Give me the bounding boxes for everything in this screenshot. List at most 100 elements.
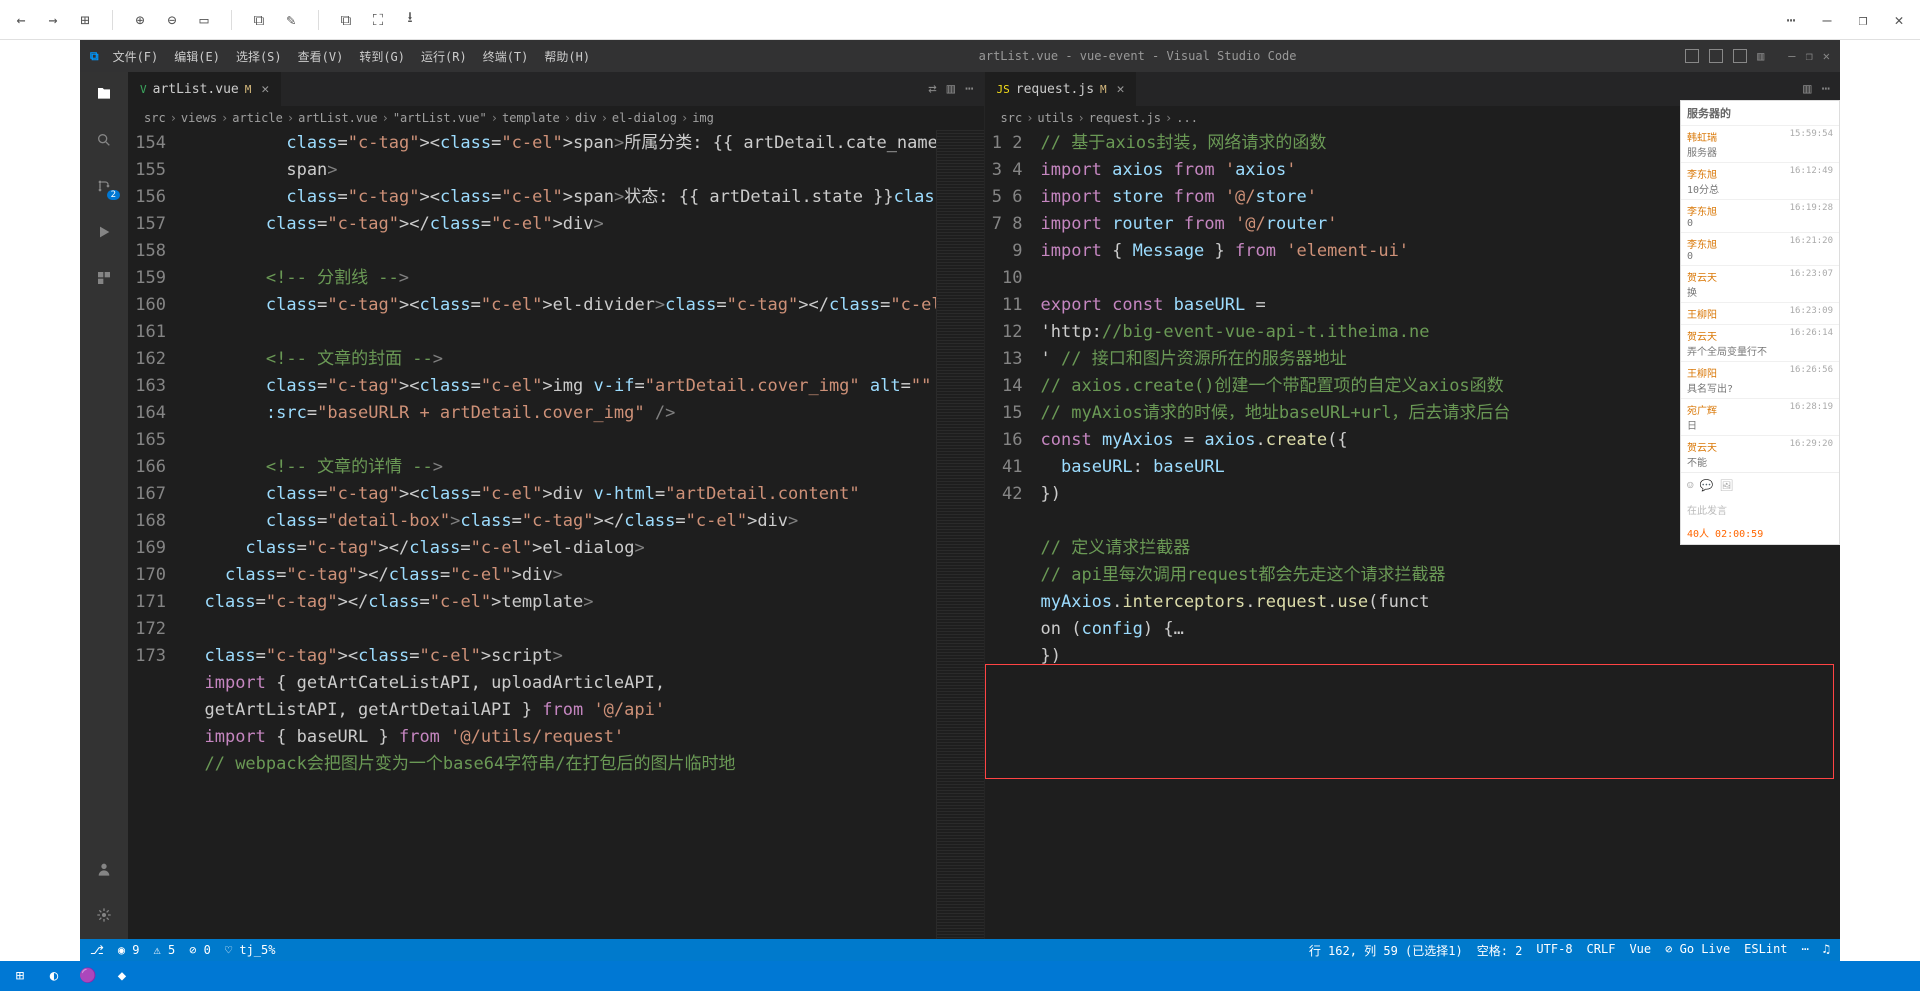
explorer-icon[interactable] xyxy=(92,82,116,106)
breadcrumb[interactable]: src › views › article › artList.vue › "a… xyxy=(128,106,984,130)
zoom-out-icon[interactable]: ⊖ xyxy=(163,11,181,29)
layout-icon[interactable] xyxy=(1709,49,1723,63)
close-tab-icon[interactable]: ✕ xyxy=(261,82,269,97)
modified-indicator: M xyxy=(245,83,252,96)
run-icon[interactable] xyxy=(92,220,116,244)
vscode-logo-icon: ⧉ xyxy=(90,49,99,64)
crumb[interactable]: el-dialog xyxy=(612,111,677,125)
tab-artlist[interactable]: V artList.vue M ✕ xyxy=(128,72,282,106)
crumb[interactable]: img xyxy=(692,111,714,125)
chat-bubble-icon[interactable]: 💬 xyxy=(1700,479,1714,492)
start-icon[interactable]: ⊞ xyxy=(6,965,34,987)
more-icon[interactable]: ⋯ xyxy=(1782,11,1800,29)
account-icon[interactable] xyxy=(92,857,116,881)
close-tab-icon[interactable]: ✕ xyxy=(1117,82,1125,97)
status-item[interactable]: 行 162, 列 59 (已选择1) xyxy=(1309,942,1463,959)
fit-icon[interactable]: ▭ xyxy=(195,11,213,29)
status-item[interactable]: UTF-8 xyxy=(1536,942,1572,959)
max-icon[interactable]: ❐ xyxy=(1806,49,1813,63)
browser-toolbar: ← → ⊞ ⊕ ⊖ ▭ ⧉ ✎ ⧉ ⛶ ⭳ ⋯ — ❐ ✕ xyxy=(0,0,1920,40)
close-icon[interactable]: ✕ xyxy=(1823,49,1830,63)
chat-row: 韩虹瑞15:59:54服务器 xyxy=(1681,125,1839,162)
task-icon[interactable]: ◆ xyxy=(108,965,136,987)
status-item[interactable]: ⎇ xyxy=(90,943,104,957)
menu-item[interactable]: 选择(S) xyxy=(236,48,282,65)
status-item[interactable]: ◉ 9 xyxy=(118,943,140,957)
vue-file-icon: V xyxy=(140,83,147,96)
status-item[interactable]: CRLF xyxy=(1587,942,1616,959)
split-icon[interactable]: ▥ xyxy=(947,81,955,97)
crumb[interactable]: ... xyxy=(1176,111,1198,125)
crumb[interactable]: article xyxy=(232,111,283,125)
status-item[interactable]: ESLint xyxy=(1744,942,1787,959)
status-bar: ⎇ ◉ 9 ⚠ 5 ⊘ 0 ♡ tj_5% 行 162, 列 59 (已选择1) 空格: … xyxy=(80,939,1840,961)
crumb[interactable]: src xyxy=(144,111,166,125)
close-icon[interactable]: ✕ xyxy=(1890,11,1908,29)
chat-row: 宛广辉16:28:19日 xyxy=(1681,398,1839,435)
zoom-in-icon[interactable]: ⊕ xyxy=(131,11,149,29)
task-icon[interactable]: 🟣 xyxy=(74,965,102,987)
layout-icon[interactable] xyxy=(1685,49,1699,63)
status-item[interactable]: ⊘ Go Live xyxy=(1665,942,1730,959)
chat-input[interactable]: 在此发言 xyxy=(1681,498,1839,521)
expand-icon[interactable]: ⛶ xyxy=(369,11,387,29)
extensions-icon[interactable] xyxy=(92,266,116,290)
crumb[interactable]: div xyxy=(575,111,597,125)
status-item[interactable]: ⚠ 5 xyxy=(154,943,176,957)
menu-item[interactable]: 查看(V) xyxy=(298,48,344,65)
more-icon[interactable]: ⋯ xyxy=(1822,81,1830,97)
split-icon[interactable]: ▥ xyxy=(1803,81,1811,97)
modified-indicator: M xyxy=(1100,83,1107,96)
customize-icon[interactable]: ▥ xyxy=(1757,49,1764,63)
chat-row: 李东旭16:12:4910分总 xyxy=(1681,162,1839,199)
status-item[interactable]: 空格: 2 xyxy=(1477,942,1523,959)
scm-icon[interactable]: 2 xyxy=(92,174,116,198)
download-icon[interactable]: ⭳ xyxy=(401,11,419,29)
task-icon[interactable]: ◐ xyxy=(40,965,68,987)
layout-icon[interactable] xyxy=(1733,49,1747,63)
chat-row: 贺云天16:23:07换 xyxy=(1681,265,1839,302)
crumb[interactable]: views xyxy=(181,111,217,125)
menu-item[interactable]: 转到(G) xyxy=(359,48,405,65)
crumb[interactable]: artList.vue xyxy=(298,111,377,125)
menu-item[interactable]: 帮助(H) xyxy=(544,48,590,65)
image-icon[interactable]: 🖼 xyxy=(1719,479,1733,492)
status-item[interactable]: Vue xyxy=(1629,942,1651,959)
minimap[interactable] xyxy=(936,130,984,939)
status-item[interactable]: ♡ tj_5% xyxy=(225,943,276,957)
crumb[interactable]: template xyxy=(502,111,560,125)
compare-icon[interactable]: ⇄ xyxy=(928,81,936,97)
edit-icon[interactable]: ✎ xyxy=(282,11,300,29)
chat-row: 李东旭16:21:200 xyxy=(1681,232,1839,265)
activity-bar: 2 xyxy=(80,72,128,939)
search-icon[interactable] xyxy=(92,128,116,152)
status-item[interactable]: ⋯ xyxy=(1802,942,1809,959)
menu-item[interactable]: 运行(R) xyxy=(421,48,467,65)
status-item[interactable]: ⊘ 0 xyxy=(189,943,211,957)
maximize-icon[interactable]: ❐ xyxy=(1854,11,1872,29)
chat-row: 王柳阳16:23:09 xyxy=(1681,302,1839,324)
apps-icon[interactable]: ⊞ xyxy=(76,11,94,29)
forward-icon[interactable]: → xyxy=(44,11,62,29)
titlebar: ⧉ 文件(F) 编辑(E) 选择(S) 查看(V) 转到(G) 运行(R) 终端(T) 帮助(… xyxy=(80,40,1840,72)
min-icon[interactable]: — xyxy=(1788,49,1795,63)
copy-icon[interactable]: ⧉ xyxy=(337,11,355,29)
menu-item[interactable]: 文件(F) xyxy=(113,48,159,65)
crumb[interactable]: "artList.vue" xyxy=(393,111,487,125)
crumb[interactable]: utils xyxy=(1037,111,1073,125)
more-icon[interactable]: ⋯ xyxy=(965,81,973,97)
emoji-icon[interactable]: ☺ xyxy=(1687,479,1694,492)
crumb[interactable]: src xyxy=(1001,111,1023,125)
window-title: artList.vue - vue-event - Visual Studio … xyxy=(604,49,1671,63)
back-icon[interactable]: ← xyxy=(12,11,30,29)
editor-pane-left: V artList.vue M ✕ ⇄ ▥ ⋯ src › views › ar… xyxy=(128,72,985,939)
tab-request[interactable]: JS request.js M ✕ xyxy=(985,72,1138,106)
settings-icon[interactable] xyxy=(92,903,116,927)
window-icon[interactable]: ⧉ xyxy=(250,11,268,29)
menu-item[interactable]: 终端(T) xyxy=(483,48,529,65)
status-item[interactable]: ♫ xyxy=(1823,942,1830,959)
code-editor-left[interactable]: 154 155 156 157 158 159 160 161 162 163 … xyxy=(128,130,984,939)
crumb[interactable]: request.js xyxy=(1089,111,1161,125)
menu-item[interactable]: 编辑(E) xyxy=(174,48,220,65)
minimize-icon[interactable]: — xyxy=(1818,11,1836,29)
